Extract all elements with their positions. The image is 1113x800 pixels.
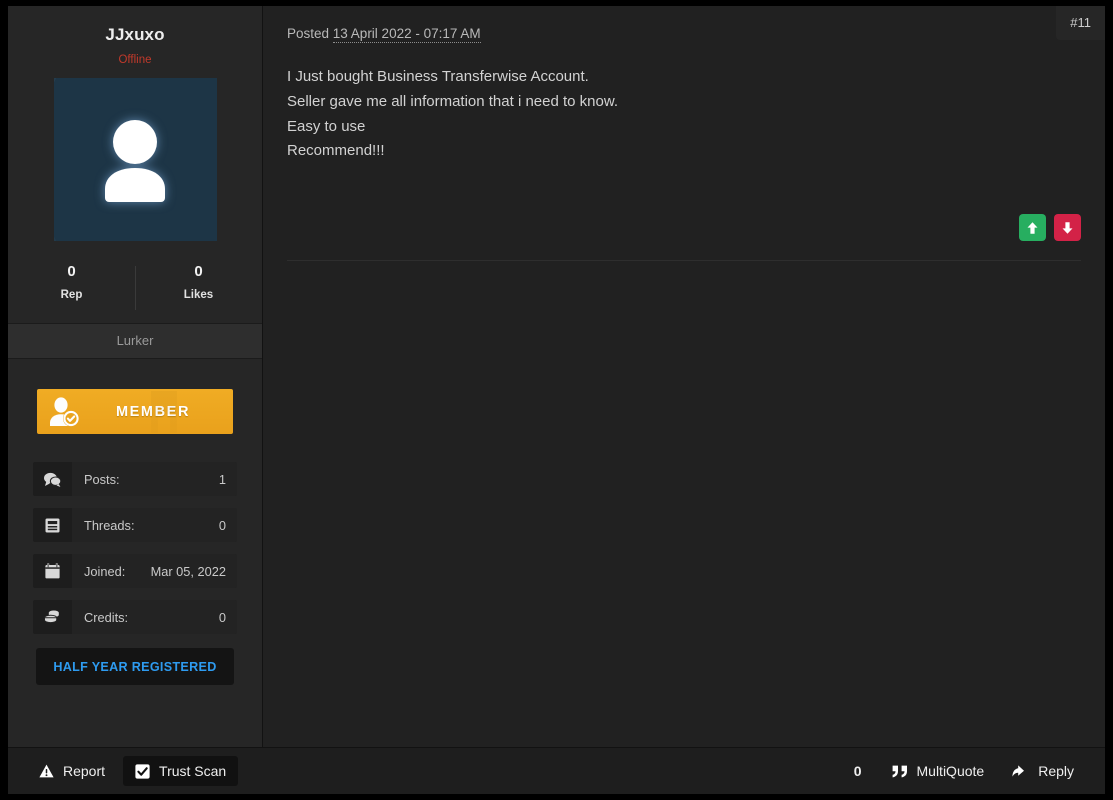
post-footer-toolbar: Report Trust Scan 0 MultiQuote Reply: [8, 747, 1105, 794]
likes-counter[interactable]: 0 Likes: [135, 263, 262, 310]
post-page: JJxuxo Offline 0 Rep 0 Likes Lurker MEMB…: [8, 6, 1105, 794]
rep-label: Rep: [60, 289, 83, 301]
report-label: Report: [63, 763, 106, 779]
author-stats: Posts: 1 Threads: 0 Joined: Mar 05, 2022…: [33, 462, 237, 634]
quote-count: 0: [853, 763, 862, 779]
stat-row-threads: Threads: 0: [33, 508, 237, 542]
stat-value-joined: Mar 05, 2022: [150, 563, 226, 579]
calendar-icon: [33, 554, 72, 588]
stat-key-credits: Credits:: [84, 609, 129, 625]
user-silhouette-icon: [105, 119, 165, 202]
threads-icon: [33, 508, 72, 542]
vote-up-button[interactable]: [1019, 214, 1046, 241]
stat-row-posts: Posts: 1: [33, 462, 237, 496]
posted-date[interactable]: 13 April 2022 - 07:17 AM: [332, 26, 481, 43]
post-content: Posted 13 April 2022 - 07:17 AM #11 I Ju…: [263, 6, 1105, 747]
author-sidebar: JJxuxo Offline 0 Rep 0 Likes Lurker MEMB…: [8, 6, 263, 747]
stat-row-joined: Joined: Mar 05, 2022: [33, 554, 237, 588]
coins-icon: [33, 600, 72, 634]
posted-line: Posted 13 April 2022 - 07:17 AM: [287, 26, 481, 43]
footer-right-group: 0 MultiQuote Reply: [840, 756, 1086, 786]
usergroup-band: Lurker: [8, 323, 262, 359]
stat-value-posts: 1: [218, 471, 226, 487]
rep-counter[interactable]: 0 Rep: [8, 263, 135, 301]
report-button[interactable]: Report: [27, 756, 117, 786]
author-counters: 0 Rep 0 Likes: [8, 263, 262, 323]
post-body-line: I Just bought Business Transferwise Acco…: [287, 68, 589, 85]
author-online-status: Offline: [118, 54, 152, 66]
avatar[interactable]: [53, 78, 217, 241]
stat-key-posts: Posts:: [84, 471, 120, 487]
vote-buttons: [1019, 214, 1081, 241]
post-body: I Just bought Business Transferwise Acco…: [287, 65, 1081, 164]
vote-down-button[interactable]: [1054, 214, 1081, 241]
arrow-down-icon: [1062, 221, 1073, 234]
post-number-badge[interactable]: #11: [1056, 6, 1105, 40]
trust-scan-button[interactable]: Trust Scan: [123, 756, 239, 786]
warning-triangle-icon: [39, 764, 54, 778]
award-badge-half-year-registered[interactable]: HALF YEAR REGISTERED: [36, 648, 234, 685]
stat-value-credits: 0: [218, 609, 226, 625]
checkbox-checked-icon: [135, 763, 150, 779]
stat-key-joined: Joined:: [84, 563, 126, 579]
trust-scan-label: Trust Scan: [159, 763, 227, 779]
multiquote-label: MultiQuote: [916, 763, 985, 779]
posted-prefix: Posted: [287, 26, 333, 41]
post-body-line: Seller gave me all information that i ne…: [287, 92, 619, 110]
comments-icon: [33, 462, 72, 496]
author-username[interactable]: JJxuxo: [8, 6, 262, 45]
likes-value: 0: [194, 263, 203, 280]
stat-row-credits: Credits: 0: [33, 600, 237, 634]
reply-arrow-icon: [1012, 765, 1025, 777]
post-header: Posted 13 April 2022 - 07:17 AM: [287, 6, 1081, 43]
rank-badge-label: MEMBER: [115, 403, 191, 420]
post-body-line: Easy to use: [287, 117, 366, 135]
quote-icon: [892, 765, 907, 777]
rank-badge-member: MEMBER: [37, 389, 233, 434]
stat-key-threads: Threads:: [84, 517, 135, 533]
multiquote-button[interactable]: MultiQuote: [880, 756, 997, 786]
stat-value-threads: 0: [218, 517, 226, 533]
rep-value: 0: [67, 263, 76, 280]
member-verified-icon: [50, 396, 79, 426]
post-divider: [287, 260, 1081, 261]
reply-button[interactable]: Reply: [1000, 756, 1086, 786]
post-body-line: Recommend!!!: [287, 142, 385, 160]
post-container: JJxuxo Offline 0 Rep 0 Likes Lurker MEMB…: [8, 6, 1105, 747]
likes-label: Likes: [183, 289, 214, 301]
footer-left-group: Report Trust Scan: [27, 756, 239, 786]
arrow-up-icon: [1027, 221, 1038, 234]
reply-label: Reply: [1038, 763, 1074, 779]
